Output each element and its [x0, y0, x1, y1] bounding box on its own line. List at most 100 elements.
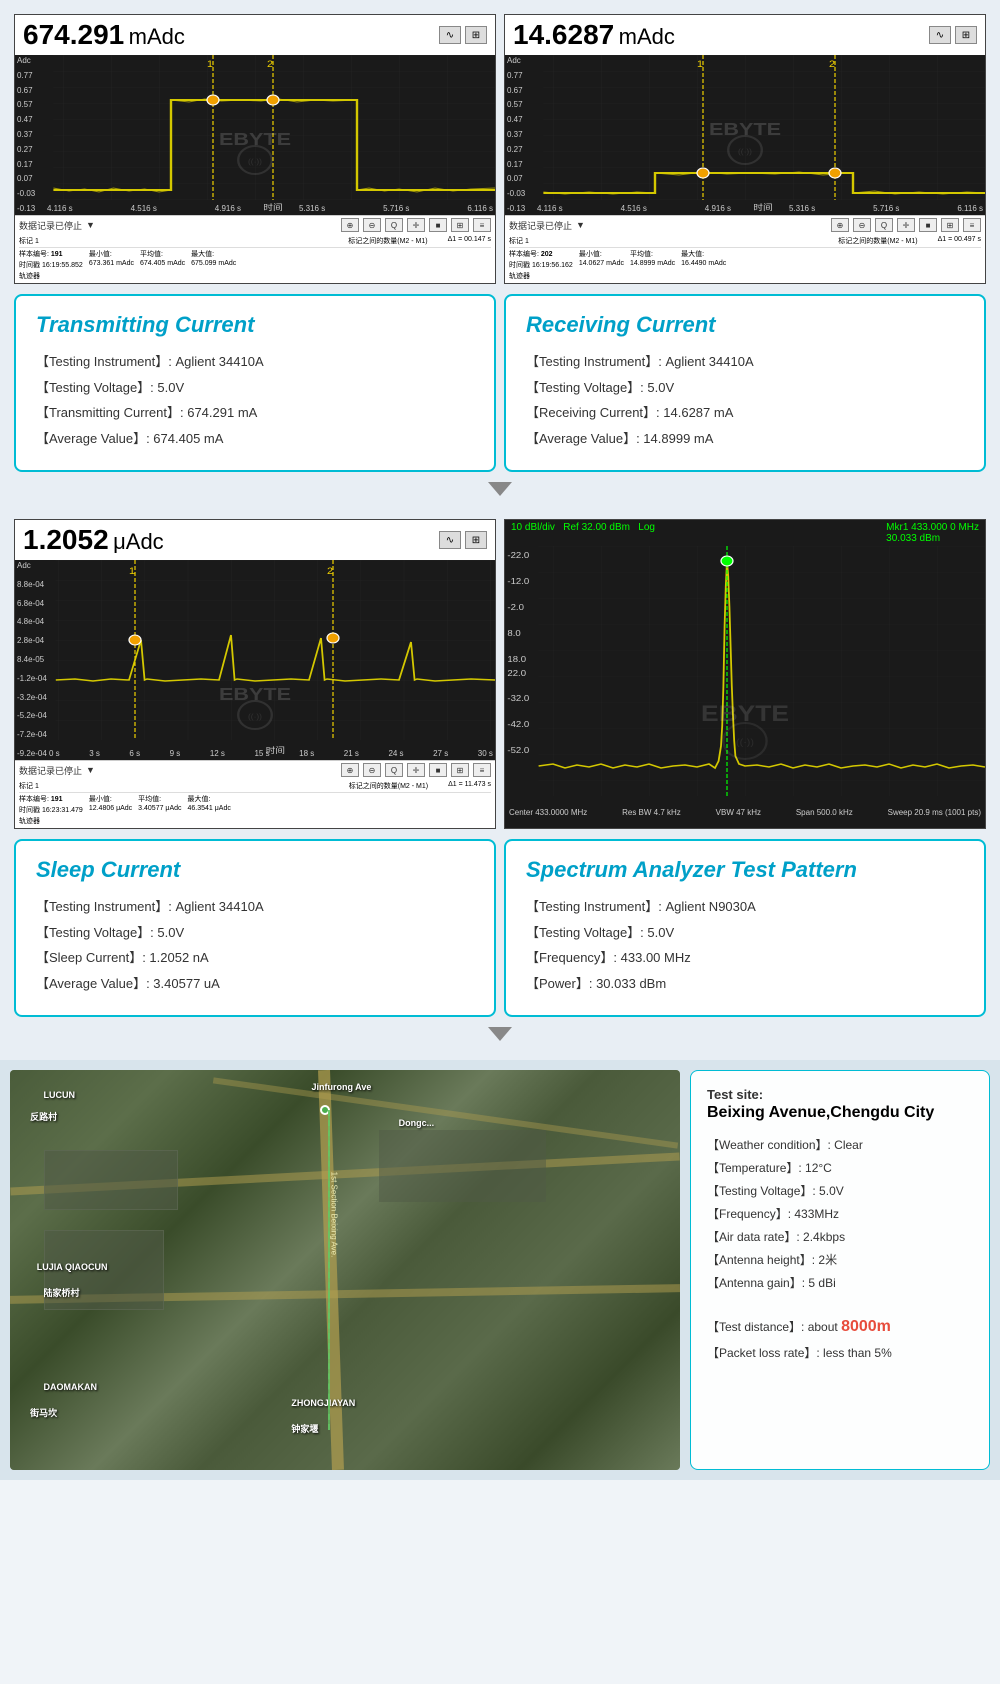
transmitting-toolbar: 数据记录已停止 ▼ ⊕ ⊖ Q ✛ ■ ⊞ ≡ — [15, 215, 495, 234]
test-distance-value: 8000m — [841, 1318, 891, 1335]
receiving-osc-header: 14.6287 mAdc ∿ ⊞ — [505, 15, 985, 55]
mkr-value: 30.033 dBm — [886, 533, 940, 544]
vbw: VBW 47 kHz — [716, 808, 761, 817]
sleep-info-card: Sleep Current 【Testing Instrument】: Agli… — [14, 839, 496, 1017]
rx-zoom-out[interactable]: ⊖ — [853, 218, 871, 232]
rx-avg-col: 平均值: 14.8999 mAdc — [630, 249, 675, 281]
sl-instrument-line: 【Testing Instrument】: Aglient 34410A — [36, 897, 474, 917]
receiving-osc-panel: 14.6287 mAdc ∿ ⊞ Adc 0.77 0.67 0.57 0.47… — [504, 14, 986, 284]
transmitting-graph: Adc 0.77 0.67 0.57 0.47 0.37 0.27 0.17 0… — [15, 55, 495, 215]
sleep-osc-panel: 1.2052 μAdc ∿ ⊞ Adc 8.8e-04 6.8e-04 4.8e… — [14, 519, 496, 829]
rx-more[interactable]: ≡ — [963, 218, 981, 232]
sleep-avg: 3.40577 μAdc — [138, 805, 181, 812]
time-label: 时间戳 16:19:55.852 — [19, 260, 83, 270]
sl-zoom-fit[interactable]: Q — [385, 763, 403, 777]
zoom-in-btn[interactable]: ⊕ — [341, 218, 359, 232]
wave-icon[interactable]: ∿ — [439, 26, 461, 44]
spectrum-footer: Center 433.0000 MHz Res BW 4.7 kHz VBW 4… — [505, 806, 985, 819]
map-container: LUCUN 反路村 LUJIA QIAOCUN 陆家桥村 DAOMAKAN 街马… — [10, 1070, 680, 1470]
daomakan-label: DAOMAKAN — [44, 1382, 98, 1392]
zhongjiayan-label: ZHONGJIAYAN — [291, 1398, 355, 1408]
zhongjia2-label: 钟家堰 — [291, 1422, 318, 1435]
rx-x-axis-labels: 4.116 s 4.516 s 4.916 s 5.316 s 5.716 s … — [537, 204, 983, 213]
rx-sample-col: 样本编号: 202 时间戳 16:19:56.162 轨迹器 — [509, 249, 573, 281]
y-label-1: 0.77 — [17, 72, 35, 80]
rx-marker-header: 标记 1 标记之间的数量(M2 - M1) Δ1 = 00.497 s — [509, 236, 981, 248]
receiving-value-display: 14.6287 mAdc — [513, 19, 675, 51]
sleep-status: 数据记录已停止 — [19, 764, 82, 777]
sl-zoom-in[interactable]: ⊕ — [341, 763, 359, 777]
more-btn[interactable]: ≡ — [473, 218, 491, 232]
rx-min-value: 14.0627 mAdc — [579, 260, 624, 267]
tx-current-line: 【Transmitting Current】: 674.291 mA — [36, 403, 474, 423]
span: Span 500.0 kHz — [796, 808, 853, 817]
test-distance-prefix: 【Test distance】: about — [707, 1320, 841, 1334]
svg-text:-22.0: -22.0 — [507, 551, 529, 560]
x-label-4: 5.316 s — [299, 204, 325, 213]
ry-top: Adc — [507, 57, 525, 65]
sl-grid[interactable]: ⊞ — [451, 763, 469, 777]
sl-crosshair[interactable]: ✛ — [407, 763, 425, 777]
svg-text:1: 1 — [207, 60, 214, 70]
sp-instrument-line: 【Testing Instrument】: Aglient N9030A — [526, 897, 964, 917]
page: 674.291 mAdc ∿ ⊞ Adc 0.77 0.67 0.57 0.47… — [0, 0, 1000, 1480]
x-label-3: 4.916 s — [215, 204, 241, 213]
arrow-icon: ▼ — [86, 220, 95, 230]
building-block-1 — [44, 1150, 178, 1210]
sleep-osc-header: 1.2052 μAdc ∿ ⊞ — [15, 520, 495, 560]
sl-voltage-line: 【Testing Voltage】: 5.0V — [36, 923, 474, 943]
sleep-grid-icon[interactable]: ⊞ — [465, 531, 487, 549]
mkr-info: Mkr1 433.000 0 MHz 30.033 dBm — [886, 522, 979, 544]
receiving-osc-icons: ∿ ⊞ — [929, 26, 977, 44]
divider-triangle-2-icon — [488, 1027, 512, 1041]
sp-frequency-line: 【Frequency】: 433.00 MHz — [526, 948, 964, 968]
test-freq-line: 【Frequency】: 433MHz — [707, 1205, 973, 1223]
wave-icon-rx[interactable]: ∿ — [929, 26, 951, 44]
rx-max-col: 最大值: 16.4490 mAdc — [681, 249, 726, 281]
svg-text:-42.0: -42.0 — [507, 720, 529, 729]
rx-stop[interactable]: ■ — [919, 218, 937, 232]
antenna-gain-line: 【Antenna gain】: 5 dBi — [707, 1274, 973, 1292]
receiving-toolbar: 数据记录已停止 ▼ ⊕ ⊖ Q ✛ ■ ⊞ ≡ — [505, 215, 985, 234]
min-col: 最小值: 673.361 mAdc — [89, 249, 134, 281]
svg-text:22.0: 22.0 — [507, 669, 526, 678]
grid-icon-rx[interactable]: ⊞ — [955, 26, 977, 44]
test-distance-line: 【Test distance】: about 8000m — [707, 1315, 973, 1339]
sleep-osc-icons: ∿ ⊞ — [439, 531, 487, 549]
sleep-wave-icon[interactable]: ∿ — [439, 531, 461, 549]
sleep-delta: Δ1 = 11.473 s — [448, 781, 491, 791]
spectrum-header: 10 dBl/div Ref 32.00 dBm Log Mkr1 433.00… — [505, 520, 985, 546]
x-label-5: 5.716 s — [383, 204, 409, 213]
delta-value: Δ1 = 00.147 s — [448, 236, 491, 246]
divider-triangle-icon — [488, 482, 512, 496]
packet-loss-line: 【Packet loss rate】: less than 5% — [707, 1344, 973, 1362]
rx-zoom-in[interactable]: ⊕ — [831, 218, 849, 232]
sl-stop[interactable]: ■ — [429, 763, 447, 777]
divider-2 — [0, 1023, 1000, 1050]
grid-btn[interactable]: ⊞ — [451, 218, 469, 232]
transmitting-value-display: 674.291 mAdc — [23, 19, 185, 51]
middle-section: 1.2052 μAdc ∿ ⊞ Adc 8.8e-04 6.8e-04 4.8e… — [0, 505, 1000, 833]
info-cards-row1: Transmitting Current 【Testing Instrument… — [0, 288, 1000, 478]
y-top-label: Adc — [17, 57, 35, 65]
y-label-5: 0.37 — [17, 131, 35, 139]
sample-col: 样本编号: 191 时间戳 16:19:55.852 轨迹器 — [19, 249, 83, 281]
rx-crosshair[interactable]: ✛ — [897, 218, 915, 232]
svg-text:8.0: 8.0 — [507, 629, 520, 638]
y-label-10: -0.13 — [17, 205, 35, 213]
zoom-out-btn[interactable]: ⊖ — [363, 218, 381, 232]
grid-icon[interactable]: ⊞ — [465, 26, 487, 44]
distance-line — [328, 1110, 330, 1430]
building-block-3 — [379, 1130, 547, 1202]
dongc-label: Dongc... — [399, 1118, 435, 1128]
rx-current-line: 【Receiving Current】: 14.6287 mA — [526, 403, 964, 423]
sl-zoom-out[interactable]: ⊖ — [363, 763, 381, 777]
rx-grid[interactable]: ⊞ — [941, 218, 959, 232]
rx-zoom-fit[interactable]: Q — [875, 218, 893, 232]
stop-btn[interactable]: ■ — [429, 218, 447, 232]
svg-text:-32.0: -32.0 — [507, 694, 529, 703]
sleep-graph: Adc 8.8e-04 6.8e-04 4.8e-04 2.8e-04 8.4e… — [15, 560, 495, 760]
crosshair-btn[interactable]: ✛ — [407, 218, 425, 232]
sl-more[interactable]: ≡ — [473, 763, 491, 777]
zoom-fit-btn[interactable]: Q — [385, 218, 403, 232]
